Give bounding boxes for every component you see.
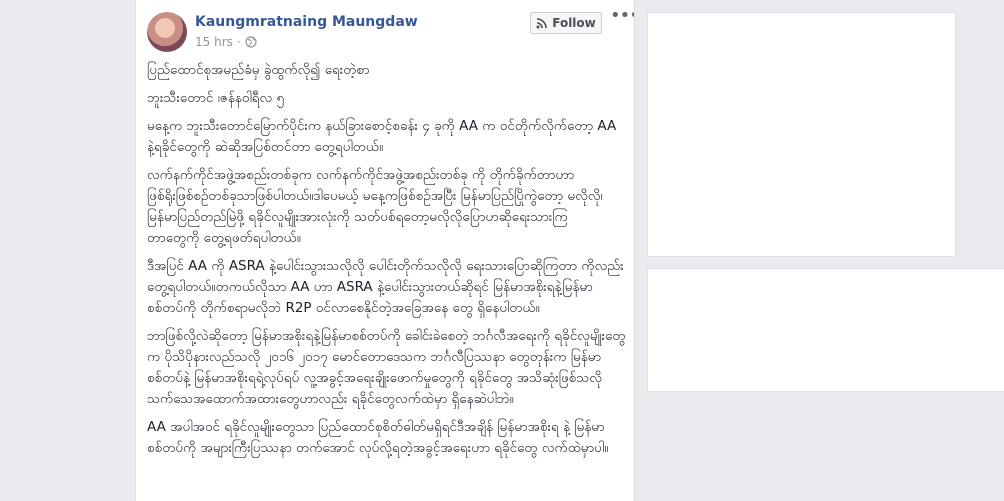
globe-icon[interactable]: [245, 36, 257, 48]
follow-label: Follow: [552, 16, 596, 30]
post-timestamp[interactable]: 15 hrs: [195, 35, 233, 49]
post-card: Kaungmratnaing Maungdaw 15 hrs · Follow …: [135, 0, 635, 501]
post-body: ပြည်ထောင်စုအမည်ခံမှ ခွဲထွက်လို၍ ရေးတဲ့စာ…: [147, 60, 627, 466]
right-sidebar-panel: [647, 12, 956, 257]
post-meta: 15 hrs ·: [195, 35, 257, 49]
post-paragraph: လက်နက်ကိုင်အဖွဲ့အစည်းတစ်ခုက လက်နက်ကိုင်အ…: [147, 167, 603, 246]
post-paragraph: ပြည်ထောင်စုအမည်ခံမှ ခွဲထွက်လို၍ ရေးတဲ့စာ: [147, 62, 370, 78]
post-paragraph: ဒီအပြင် AA ကို ASRA နဲ့ပေါင်းသွားသလိုလို…: [147, 258, 624, 316]
author-name[interactable]: Kaungmratnaing Maungdaw: [195, 14, 418, 30]
post-paragraph: ဘာဖြစ်လို့လဲဆိုတော့ မြန်မာအစိုးရနဲ့မြန်မ…: [147, 328, 626, 407]
rss-icon: [536, 17, 548, 29]
right-sidebar-panel-secondary: [647, 268, 1004, 392]
more-options-icon[interactable]: •••: [610, 7, 634, 28]
meta-separator: ·: [236, 35, 241, 49]
post-paragraph: AA အပါအဝင် ရခိုင်လူမျိုးတွေသာ ပြည်ထောင်စ…: [147, 419, 609, 456]
avatar[interactable]: [147, 12, 187, 52]
post-paragraph: ဘူးသီးတောင် ၊ဇန်နဝါရီလ ၅: [147, 90, 285, 106]
follow-button[interactable]: Follow: [530, 12, 602, 34]
post-paragraph: မနေ့က ဘူးသီးတောင်မြောက်ပိုင်းက နယ်ခြားစေ…: [147, 118, 617, 155]
